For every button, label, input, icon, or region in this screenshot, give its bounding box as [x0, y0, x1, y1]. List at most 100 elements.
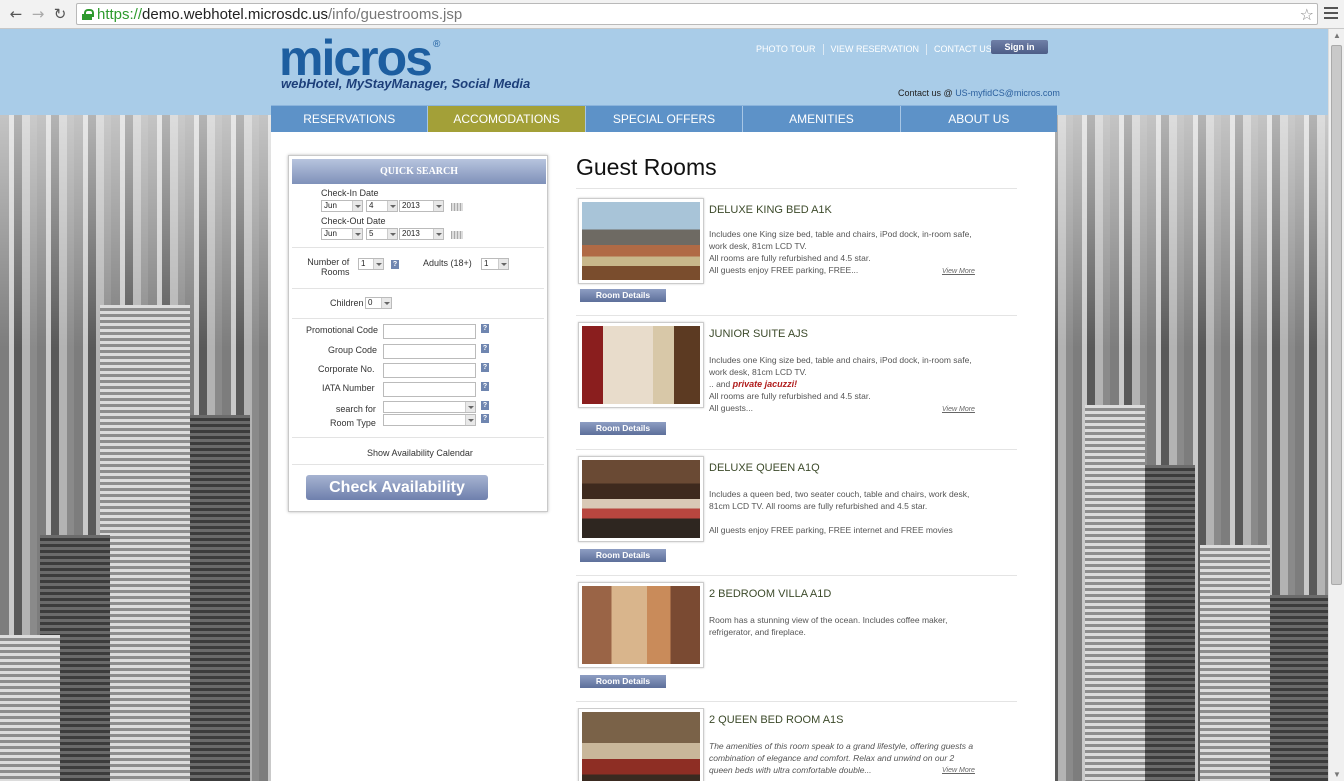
room-item: DELUXE KING BED A1K Includes one King si… [576, 198, 1017, 316]
sign-in-button[interactable]: Sign in [991, 40, 1048, 54]
divider [292, 318, 544, 319]
lock-icon [82, 9, 94, 20]
checkin-label: Check-In Date [321, 188, 379, 198]
room-photo[interactable] [578, 582, 704, 668]
contact-label: Contact us @ [898, 88, 953, 98]
rooms-label: Number of Rooms [307, 257, 350, 277]
help-icon[interactable]: ? [481, 382, 489, 391]
room-details-button[interactable]: Room Details [580, 549, 666, 562]
back-icon[interactable]: ← [6, 4, 26, 24]
room-item: DELUXE QUEEN A1Q Includes a queen bed, t… [576, 456, 1017, 576]
chevron-down-icon [433, 229, 443, 239]
vertical-scrollbar[interactable]: ▲ ▼ [1328, 29, 1344, 781]
scroll-up-icon[interactable]: ▲ [1333, 31, 1341, 40]
contact-us-link[interactable]: CONTACT US [927, 44, 999, 55]
nav-amenities[interactable]: AMENITIES [743, 106, 901, 132]
chevron-down-icon [465, 402, 475, 412]
room-photo[interactable] [578, 456, 704, 542]
bookmark-star-icon[interactable]: ☆ [1300, 5, 1314, 24]
room-photo[interactable] [578, 708, 704, 781]
quick-search-title: QUICK SEARCH [292, 159, 546, 184]
room-description: Room has a stunning view of the ocean. I… [709, 615, 948, 637]
room-name[interactable]: JUNIOR SUITE AJS [709, 328, 808, 340]
nav-special-offers[interactable]: SPECIAL OFFERS [586, 106, 744, 132]
room-photo[interactable] [578, 198, 704, 284]
group-code-input[interactable] [383, 344, 476, 359]
chevron-down-icon [465, 415, 475, 425]
help-icon[interactable]: ? [481, 324, 489, 333]
chevron-down-icon [387, 201, 397, 211]
address-bar[interactable]: https://demo.webhotel.microsdc.us/info/g… [76, 3, 1318, 25]
browser-menu-icon[interactable] [1324, 7, 1338, 22]
view-more-link[interactable]: View More [942, 767, 975, 774]
chevron-down-icon [433, 201, 443, 211]
divider [576, 575, 1017, 576]
view-more-link[interactable]: View More [942, 406, 975, 413]
children-select[interactable]: 0 [365, 297, 392, 309]
help-icon[interactable]: ? [481, 414, 489, 423]
adults-select[interactable]: 1 [481, 258, 509, 270]
divider [292, 464, 544, 465]
room-photo[interactable] [578, 322, 704, 408]
chevron-down-icon [498, 259, 508, 269]
help-icon[interactable]: ? [481, 401, 489, 410]
chevron-down-icon [373, 259, 383, 269]
checkout-day-select[interactable]: 5 [366, 228, 398, 240]
show-availability-calendar-link[interactable]: Show Availability Calendar [367, 448, 473, 458]
reload-icon[interactable]: ↻ [50, 4, 70, 24]
room-description: Includes one King size bed, table and ch… [709, 355, 972, 413]
group-code-label: Group Code [328, 345, 378, 355]
chevron-down-icon [381, 298, 391, 308]
chevron-down-icon [387, 229, 397, 239]
top-links: PHOTO TOUR VIEW RESERVATION CONTACT US [749, 44, 999, 55]
checkout-month-select[interactable]: Jun [321, 228, 363, 240]
promo-code-input[interactable] [383, 324, 476, 339]
contact-email-link[interactable]: US-myfidCS@micros.com [955, 88, 1060, 98]
adults-label: Adults (18+) [423, 258, 472, 268]
divider [292, 437, 544, 438]
divider [292, 288, 544, 289]
check-availability-button[interactable]: Check Availability [306, 475, 488, 500]
room-type-label: search for Room Type [330, 404, 376, 428]
calendar-icon[interactable] [451, 203, 463, 211]
photo-tour-link[interactable]: PHOTO TOUR [749, 44, 824, 55]
scroll-down-icon[interactable]: ▼ [1333, 770, 1341, 779]
calendar-icon[interactable] [451, 231, 463, 239]
checkin-year-select[interactable]: 2013 [399, 200, 444, 212]
divider [292, 247, 544, 248]
room-item: 2 QUEEN BED ROOM A1S The amenities of th… [576, 708, 1017, 781]
room-item: 2 BEDROOM VILLA A1D Room has a stunning … [576, 582, 1017, 702]
help-icon[interactable]: ? [481, 344, 489, 353]
room-name[interactable]: 2 BEDROOM VILLA A1D [709, 588, 831, 600]
nav-about-us[interactable]: ABOUT US [901, 106, 1057, 132]
help-icon[interactable]: ? [481, 363, 489, 372]
room-name[interactable]: 2 QUEEN BED ROOM A1S [709, 714, 843, 726]
checkout-year-select[interactable]: 2013 [399, 228, 444, 240]
checkin-month-select[interactable]: Jun [321, 200, 363, 212]
browser-toolbar: ← → ↻ https://demo.webhotel.microsdc.us/… [0, 0, 1344, 29]
promo-code-label: Promotional Code [306, 325, 379, 335]
help-icon[interactable]: ? [391, 260, 399, 269]
nav-accomodations[interactable]: ACCOMODATIONS [428, 106, 586, 132]
room-description: Includes one King size bed, table and ch… [709, 229, 972, 275]
room-details-button[interactable]: Room Details [580, 675, 666, 688]
corporate-no-input[interactable] [383, 363, 476, 378]
nav-reservations[interactable]: RESERVATIONS [271, 106, 429, 132]
forward-icon[interactable]: → [28, 4, 48, 24]
room-details-button[interactable]: Room Details [580, 289, 666, 302]
room-type-select[interactable] [383, 414, 476, 426]
search-for-select[interactable] [383, 401, 476, 413]
checkout-label: Check-Out Date [321, 216, 386, 226]
corporate-no-label: Corporate No. [318, 364, 375, 374]
checkin-day-select[interactable]: 4 [366, 200, 398, 212]
room-details-button[interactable]: Room Details [580, 422, 666, 435]
rooms-select[interactable]: 1 [358, 258, 384, 270]
room-name[interactable]: DELUXE QUEEN A1Q [709, 462, 820, 474]
divider [576, 315, 1017, 316]
iata-number-input[interactable] [383, 382, 476, 397]
url-text[interactable]: https://demo.webhotel.microsdc.us/info/g… [97, 5, 462, 24]
room-name[interactable]: DELUXE KING BED A1K [709, 204, 832, 216]
scroll-thumb[interactable] [1331, 45, 1342, 585]
view-reservation-link[interactable]: VIEW RESERVATION [824, 44, 928, 55]
view-more-link[interactable]: View More [942, 268, 975, 275]
